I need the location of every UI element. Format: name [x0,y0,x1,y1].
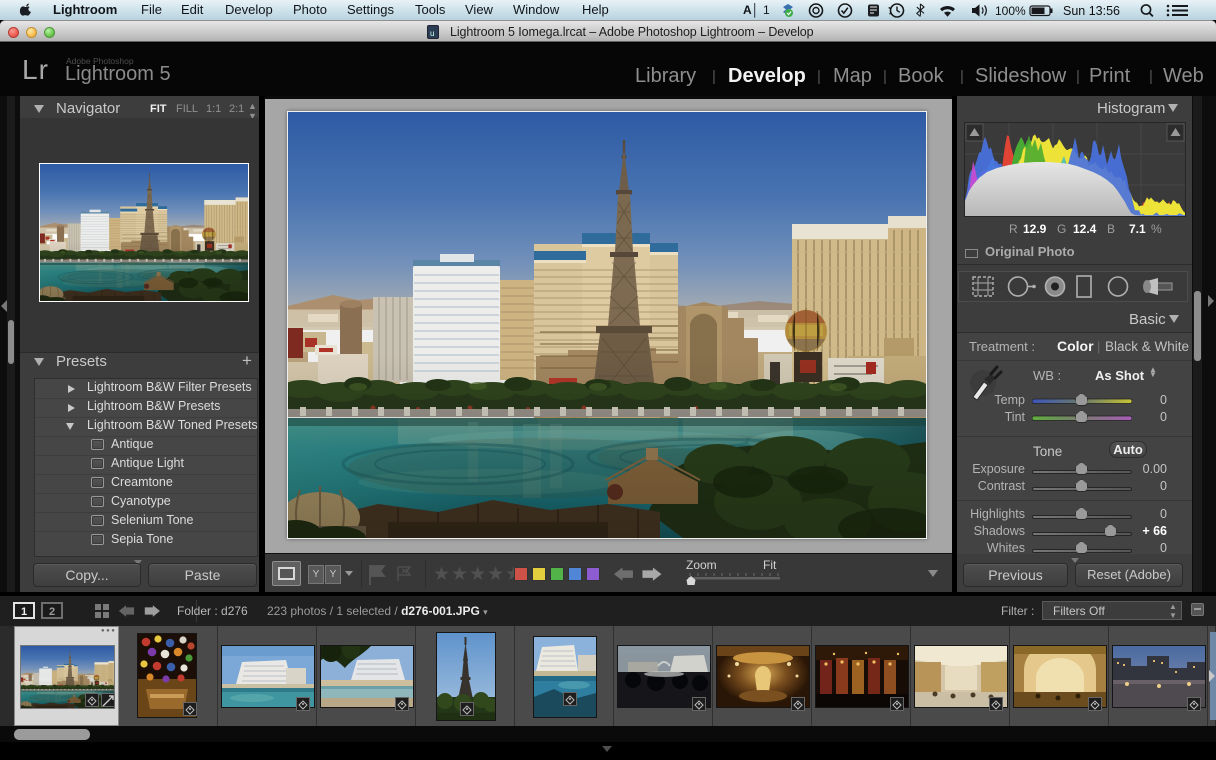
svg-text:Sun 13:56: Sun 13:56 [1063,4,1120,18]
svg-text:u: u [430,29,434,38]
svg-text:100%: 100% [995,4,1026,18]
